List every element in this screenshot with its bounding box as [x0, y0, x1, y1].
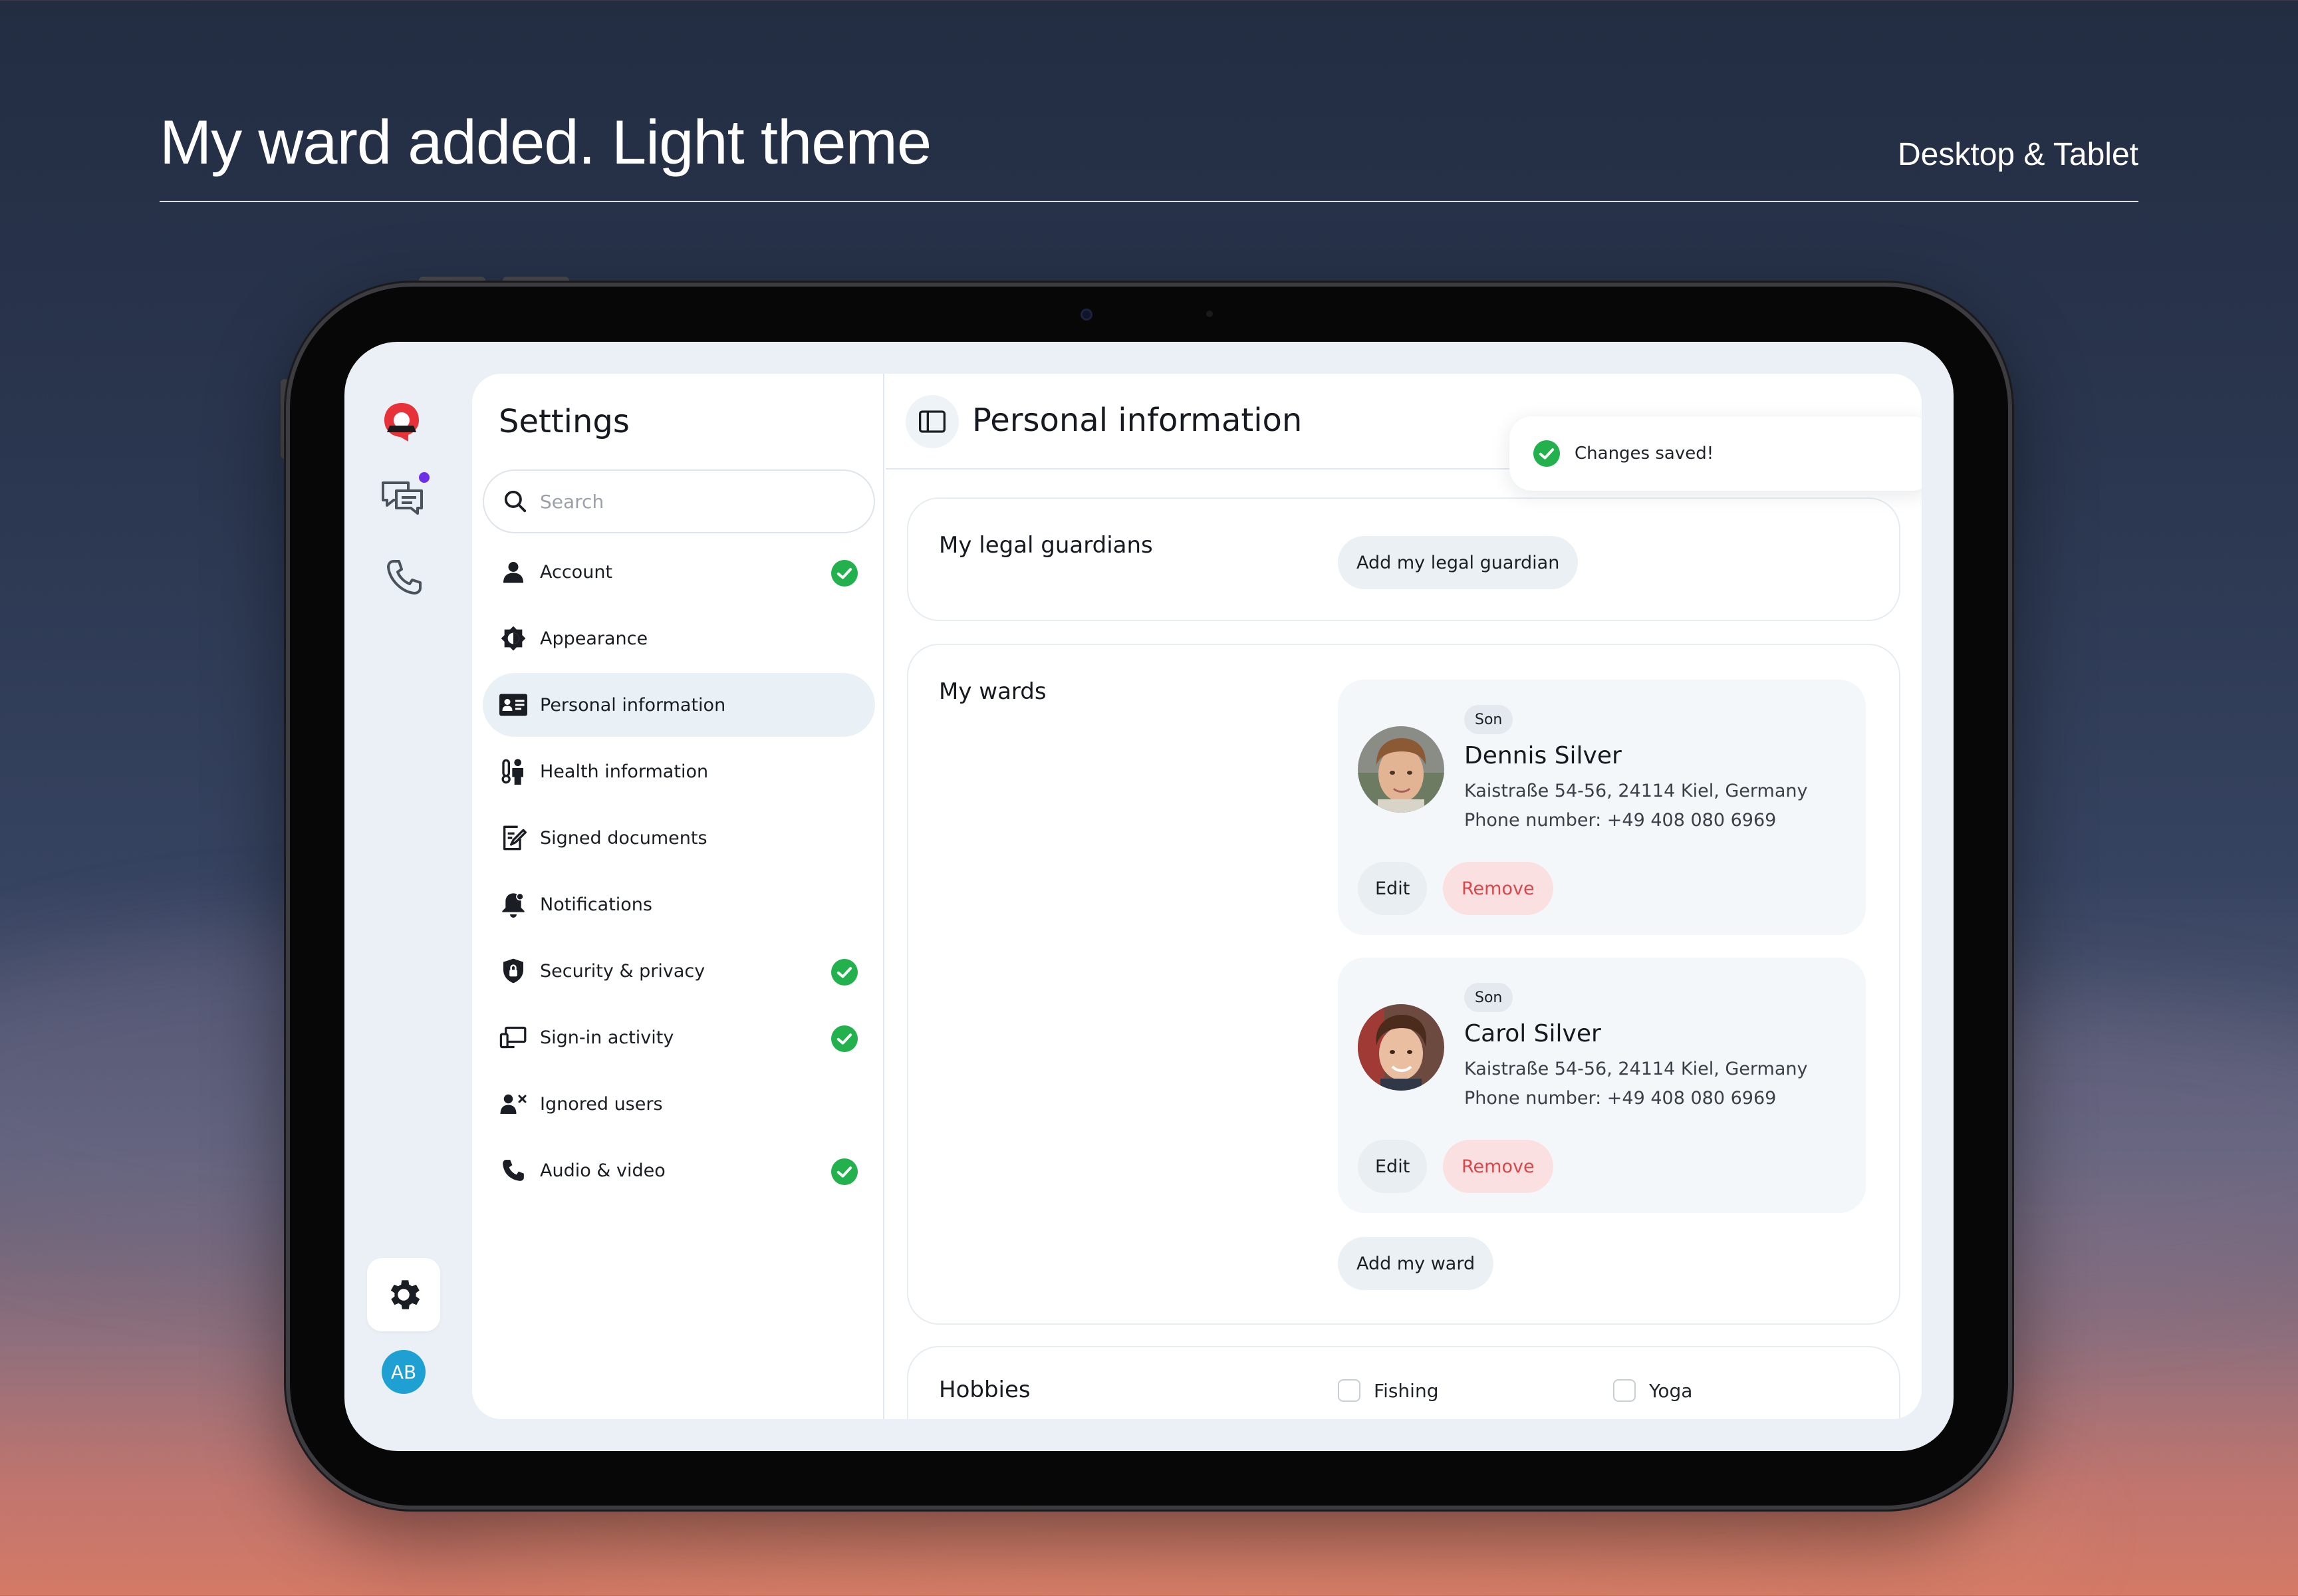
hobbies-card: Hobbies Fishing Yoga: [907, 1346, 1900, 1419]
ward-avatar: [1358, 1004, 1444, 1091]
add-legal-guardian-button[interactable]: Add my legal guardian: [1338, 536, 1579, 589]
phone-icon[interactable]: [384, 557, 424, 597]
settings-panel: Settings Account: [472, 374, 1922, 1419]
check-circle-icon: [831, 560, 858, 587]
notification-dot: [419, 472, 430, 483]
menu-item-appearance[interactable]: Appearance: [483, 606, 875, 670]
slide-subtitle: Desktop & Tablet: [1898, 137, 2138, 172]
brightness-icon: [499, 624, 528, 653]
check-circle-icon: [831, 959, 858, 986]
checkbox[interactable]: [1613, 1379, 1636, 1402]
sidebar-icon: [919, 410, 946, 433]
gear-icon: [390, 1280, 420, 1309]
menu-item-label: Signed documents: [540, 827, 707, 849]
ward-phone: Phone number: +49 408 080 6969: [1464, 1088, 1777, 1109]
toast-message: Changes saved!: [1575, 444, 1714, 464]
header-divider: [160, 201, 2138, 202]
legal-guardians-card: My legal guardians Add my legal guardian: [907, 497, 1900, 621]
page-title: Personal information: [972, 402, 1303, 439]
tablet-screen: AB Settings Account: [344, 342, 1954, 1451]
hobby-option-fishing[interactable]: Fishing: [1338, 1379, 1438, 1402]
sensor-icon: [1206, 311, 1213, 317]
slide-title: My ward added. Light theme: [160, 107, 932, 177]
user-icon: [499, 557, 528, 587]
check-circle-icon: [831, 1158, 858, 1185]
shield-lock-icon: [499, 956, 528, 986]
menu-item-security-privacy[interactable]: Security & privacy: [483, 939, 875, 1003]
settings-menu: Account Appearance Personal information: [483, 540, 875, 1205]
menu-item-label: Sign-in activity: [540, 1027, 674, 1048]
menu-item-health-information[interactable]: Health information: [483, 739, 875, 803]
checkbox[interactable]: [1338, 1379, 1360, 1402]
menu-item-account[interactable]: Account: [483, 540, 875, 604]
hobbies-label: Hobbies: [939, 1377, 1031, 1403]
menu-item-label: Notifications: [540, 894, 652, 915]
remove-ward-button[interactable]: Remove: [1443, 862, 1553, 915]
menu-item-audio-video[interactable]: Audio & video: [483, 1138, 875, 1202]
sidebar-toggle-button[interactable]: [906, 395, 959, 448]
hobby-option-yoga[interactable]: Yoga: [1613, 1379, 1692, 1402]
menu-item-sign-in-activity[interactable]: Sign-in activity: [483, 1005, 875, 1069]
phone-icon: [499, 1156, 528, 1185]
search-input[interactable]: [540, 490, 832, 513]
ward-card: Son Carol Silver Kaistraße 54-56, 24114 …: [1338, 958, 1866, 1213]
wards-label: My wards: [939, 678, 1047, 705]
camera-icon: [1081, 309, 1092, 321]
settings-title: Settings: [499, 403, 630, 440]
ward-name: Carol Silver: [1464, 1020, 1601, 1047]
check-circle-icon: [831, 1025, 858, 1052]
edit-ward-button[interactable]: Edit: [1358, 862, 1428, 915]
menu-item-label: Personal information: [540, 694, 726, 716]
menu-item-label: Account: [540, 561, 613, 583]
legal-guardians-label: My legal guardians: [939, 532, 1153, 559]
chat-icon[interactable]: [379, 477, 427, 519]
menu-item-signed-documents[interactable]: Signed documents: [483, 806, 875, 870]
menu-item-notifications[interactable]: Notifications: [483, 872, 875, 936]
menu-item-label: Security & privacy: [540, 960, 705, 982]
edit-ward-button[interactable]: Edit: [1358, 1140, 1428, 1193]
health-icon: [499, 757, 528, 786]
menu-item-personal-information[interactable]: Personal information: [483, 673, 875, 737]
hobby-label: Fishing: [1374, 1379, 1439, 1402]
check-circle-icon: [1533, 440, 1560, 467]
remove-ward-button[interactable]: Remove: [1443, 1140, 1553, 1193]
user-x-icon: [499, 1089, 528, 1119]
relation-badge: Son: [1464, 983, 1513, 1012]
settings-nav-button[interactable]: [367, 1258, 440, 1331]
changes-saved-toast: Changes saved!: [1509, 416, 1922, 491]
devices-icon: [499, 1023, 528, 1052]
main-content: Personal information My legal guardians …: [886, 374, 1922, 1419]
ward-phone: Phone number: +49 408 080 6969: [1464, 810, 1777, 831]
id-card-icon: [499, 690, 528, 720]
ward-avatar: [1358, 726, 1444, 813]
ward-address: Kaistraße 54-56, 24114 Kiel, Germany: [1464, 1059, 1808, 1079]
hobby-label: Yoga: [1649, 1379, 1693, 1402]
menu-item-label: Appearance: [540, 628, 648, 649]
user-avatar[interactable]: AB: [382, 1350, 426, 1394]
ward-name: Dennis Silver: [1464, 742, 1622, 769]
bell-icon: [499, 890, 528, 919]
menu-item-ignored-users[interactable]: Ignored users: [483, 1072, 875, 1136]
ward-address: Kaistraße 54-56, 24114 Kiel, Germany: [1464, 781, 1808, 801]
menu-item-label: Health information: [540, 761, 709, 782]
wards-card: My wards Son Dennis Silver Kaistraße 54-…: [907, 644, 1900, 1325]
relation-badge: Son: [1464, 705, 1513, 734]
search-box[interactable]: [483, 469, 875, 533]
search-icon: [504, 490, 527, 513]
settings-sidebar: Settings Account: [472, 374, 884, 1419]
menu-item-label: Audio & video: [540, 1160, 666, 1181]
signed-document-icon: [499, 823, 528, 853]
menu-item-label: Ignored users: [540, 1093, 663, 1115]
add-ward-button[interactable]: Add my ward: [1338, 1237, 1494, 1290]
app-logo-icon[interactable]: [382, 400, 422, 443]
ward-card: Son Dennis Silver Kaistraße 54-56, 24114…: [1338, 680, 1866, 935]
